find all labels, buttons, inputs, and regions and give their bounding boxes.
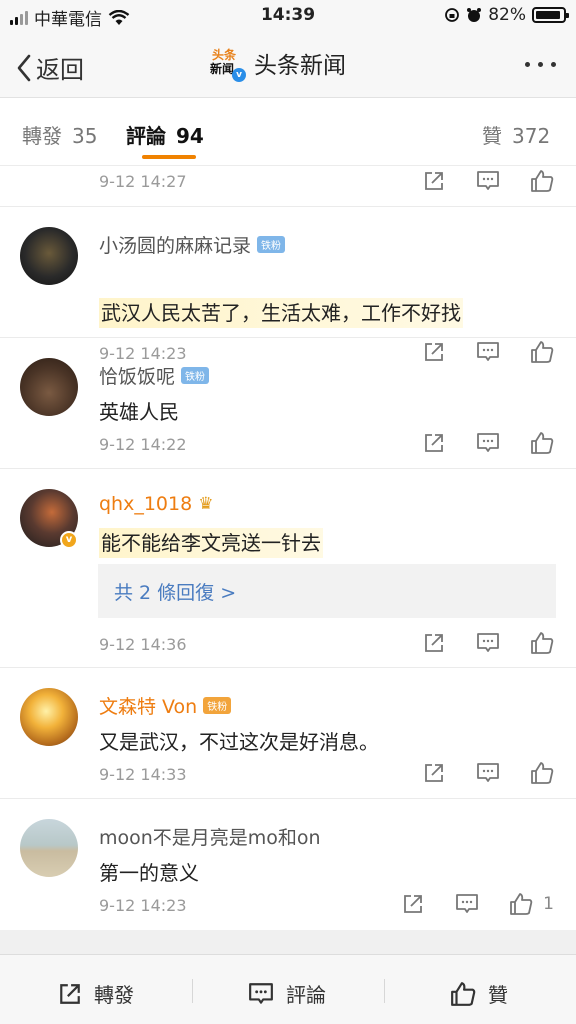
comment-username[interactable]: moon不是月亮是mo和on: [99, 823, 321, 850]
share-icon[interactable]: [422, 169, 446, 193]
avatar[interactable]: [20, 227, 78, 285]
tab-repost[interactable]: 轉發 35: [22, 120, 97, 149]
comment-actions: [422, 761, 554, 785]
avatar[interactable]: [20, 358, 78, 416]
like-button[interactable]: 贊: [450, 979, 508, 1008]
share-icon[interactable]: [422, 761, 446, 785]
chevron-left-icon: [17, 54, 31, 81]
tab-bar: 轉發 35 評論 94 贊 372: [0, 98, 576, 166]
repost-label: 轉發: [94, 983, 134, 1007]
avatar[interactable]: [20, 688, 78, 746]
like-label: 贊: [488, 983, 508, 1007]
comment-time: 9-12 14:36: [99, 635, 187, 654]
more-options-icon[interactable]: [525, 62, 556, 67]
repost-button[interactable]: 轉發: [58, 979, 134, 1008]
comment-actions: [422, 431, 554, 455]
comment-time: 9-12 14:33: [99, 765, 187, 784]
toutiao-logo: 头条 新闻 v: [210, 46, 246, 82]
avatar[interactable]: [20, 819, 78, 877]
share-icon: [60, 983, 80, 1004]
comment-icon[interactable]: [476, 169, 500, 193]
page-title: 头条新闻: [254, 53, 346, 79]
comment-actions: [422, 631, 554, 655]
comment-item: 9-12 14:27: [0, 166, 576, 207]
comment-icon[interactable]: [476, 631, 500, 655]
battery-percent: 82%: [488, 5, 526, 25]
like-icon: [451, 981, 476, 1006]
comment-time: 9-12 14:27: [99, 172, 187, 191]
comment-username[interactable]: 小汤圆的麻麻记录 铁粉: [99, 231, 286, 258]
fan-badge: 铁粉: [181, 367, 210, 384]
fan-badge: 铁粉: [203, 697, 232, 714]
tab-likes[interactable]: 贊 372: [482, 120, 550, 149]
comment-item: moon不是月亮是mo和on 第一的意义 9-12 14:23 1: [0, 799, 576, 930]
divider: [384, 979, 385, 1003]
comment-text: 英雄人民: [99, 400, 179, 424]
nav-bar: 返回 头条 新闻 v 头条新闻: [0, 32, 576, 98]
comment-label: 評論: [286, 983, 326, 1007]
account-header[interactable]: 头条 新闻 v 头条新闻: [210, 46, 346, 82]
like-icon[interactable]: [530, 169, 554, 193]
comment-time: 9-12 14:23: [99, 896, 187, 915]
verified-icon: v: [60, 531, 78, 549]
comment-time: 9-12 14:22: [99, 435, 187, 454]
comment-icon: [249, 982, 273, 1004]
comment-item: v qhx_1018 ♛ 能不能给李文亮送一针去 共 2 條回復 > 9-12 …: [0, 469, 576, 668]
comment-text: 能不能给李文亮送一针去: [99, 527, 323, 558]
status-bar: 中華電信 14:39 82%: [0, 0, 576, 32]
status-right: 82%: [444, 5, 569, 25]
like-count: 1: [543, 894, 554, 914]
active-tab-indicator: [142, 155, 196, 159]
lock-rotation-icon: [445, 8, 460, 22]
share-icon[interactable]: [422, 431, 446, 455]
comment-icon[interactable]: [476, 761, 500, 785]
crown-icon: ♛: [198, 494, 214, 514]
comment-icon[interactable]: [476, 431, 500, 455]
back-label: 返回: [36, 56, 84, 84]
comment-username[interactable]: qhx_1018 ♛: [99, 493, 213, 515]
comment-text: 武汉人民太苦了，生活太难，工作不好找: [99, 297, 463, 328]
comment-username[interactable]: 恰饭饭呢 铁粉: [99, 362, 210, 389]
list-end-divider: [0, 930, 576, 954]
like-icon[interactable]: [509, 892, 533, 916]
comment-button[interactable]: 評論: [248, 979, 326, 1008]
alarm-icon: [467, 8, 482, 22]
view-replies-link[interactable]: 共 2 條回復 >: [98, 564, 556, 618]
comment-actions: 1: [401, 892, 554, 916]
like-icon[interactable]: [530, 761, 554, 785]
bottom-action-bar: 轉發 評論 贊: [0, 954, 576, 1024]
fan-badge: 铁粉: [257, 236, 286, 253]
like-icon[interactable]: [530, 431, 554, 455]
comment-item: 恰饭饭呢 铁粉 英雄人民 9-12 14:22: [0, 338, 576, 469]
comment-username[interactable]: 文森特 Von 铁粉: [99, 692, 232, 719]
comment-item: 文森特 Von 铁粉 又是武汉，不过这次是好消息。 9-12 14:33: [0, 668, 576, 799]
like-icon[interactable]: [530, 631, 554, 655]
comment-text: 又是武汉，不过这次是好消息。: [99, 730, 379, 754]
battery-icon: [532, 7, 569, 23]
divider: [192, 979, 193, 1003]
share-icon[interactable]: [401, 892, 425, 916]
back-button[interactable]: 返回: [16, 50, 84, 85]
comment-text: 第一的意义: [99, 861, 199, 885]
verified-icon: v: [232, 68, 246, 82]
share-icon[interactable]: [422, 631, 446, 655]
comment-actions: [422, 169, 554, 193]
comment-icon[interactable]: [455, 892, 479, 916]
comment-item: 小汤圆的麻麻记录 铁粉 武汉人民太苦了，生活太难，工作不好找 9-12 14:2…: [0, 207, 576, 363]
tab-comments[interactable]: 評論 94: [126, 120, 204, 149]
comment-list: 9-12 14:27 小汤圆的麻麻记录 铁粉 武汉人民太苦了，生活太难，工作不好…: [0, 166, 576, 930]
